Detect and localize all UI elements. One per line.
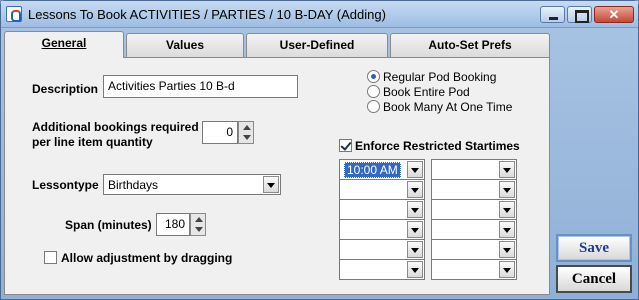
chevron-down-icon[interactable]	[499, 161, 515, 178]
tab-values[interactable]: Values	[126, 33, 244, 57]
additional-bookings-input[interactable]: 0	[202, 121, 238, 144]
tab-strip: General Values User-Defined Auto-Set Pre…	[4, 31, 552, 58]
span-input[interactable]: 180	[156, 213, 190, 236]
chevron-down-icon[interactable]	[499, 261, 515, 278]
chevron-down-icon[interactable]	[407, 181, 423, 198]
chevron-down-icon[interactable]	[263, 176, 279, 193]
chevron-down-icon[interactable]	[407, 261, 423, 278]
description-label: Description	[32, 82, 99, 96]
startime-select-right-4[interactable]	[431, 219, 517, 240]
minimize-icon	[541, 7, 564, 22]
startime-value: 10:00 AM	[344, 162, 401, 178]
dialog-window: Lessons To Book ACTIVITIES / PARTIES / 1…	[0, 0, 639, 300]
allow-drag-checkbox[interactable]	[44, 251, 57, 264]
chevron-down-icon[interactable]	[407, 221, 423, 238]
enforce-startimes-label: Enforce Restricted Startimes	[355, 139, 520, 153]
chevron-down-icon[interactable]	[499, 221, 515, 238]
lessontype-select[interactable]: Birthdays	[103, 174, 281, 195]
additional-bookings-label-line1: Additional bookings required	[32, 120, 199, 134]
startime-select-left-2[interactable]	[339, 179, 425, 200]
startime-select-right-1[interactable]	[431, 159, 517, 180]
startime-select-left-3[interactable]	[339, 199, 425, 220]
startime-select-left-5[interactable]	[339, 239, 425, 260]
additional-bookings-label-line2: per line item quantity	[32, 135, 153, 149]
maximize-icon	[568, 7, 591, 23]
additional-bookings-spinner[interactable]	[238, 121, 254, 144]
radio-label: Regular Pod Booking	[383, 70, 497, 84]
startime-select-right-3[interactable]	[431, 199, 517, 220]
tab-label: Auto-Set Prefs	[428, 38, 512, 52]
allow-drag-label: Allow adjustment by dragging	[61, 251, 233, 265]
startime-select-right-5[interactable]	[431, 239, 517, 260]
startime-select-right-2[interactable]	[431, 179, 517, 200]
radio-regular-pod-booking[interactable]	[367, 70, 380, 83]
chevron-down-icon[interactable]	[407, 201, 423, 218]
tab-general[interactable]: General	[4, 31, 124, 58]
span-spinner[interactable]	[190, 213, 206, 236]
enforce-startimes-checkbox[interactable]	[339, 139, 352, 152]
tab-user-defined[interactable]: User-Defined	[246, 33, 388, 57]
tab-label: Values	[165, 38, 205, 52]
chevron-down-icon[interactable]	[499, 241, 515, 258]
close-button[interactable]: ✕	[594, 6, 634, 23]
tab-label: General	[41, 36, 87, 50]
startime-select-left-1[interactable]: 10:00 AM	[339, 159, 425, 180]
general-panel: Description Activities Parties 10 B-d Ad…	[4, 57, 550, 295]
radio-book-entire-pod[interactable]	[367, 85, 380, 98]
cancel-button[interactable]: Cancel	[556, 265, 632, 293]
close-icon: ✕	[608, 7, 620, 22]
window-title: Lessons To Book ACTIVITIES / PARTIES / 1…	[28, 7, 386, 22]
chevron-down-icon[interactable]	[499, 181, 515, 198]
chevron-down-icon[interactable]	[499, 201, 515, 218]
lessontype-value: Birthdays	[108, 178, 159, 192]
tab-label: User-Defined	[279, 38, 355, 52]
maximize-button[interactable]	[567, 6, 592, 23]
startime-select-left-6[interactable]	[339, 259, 425, 280]
save-button[interactable]: Save	[556, 234, 632, 262]
description-input[interactable]: Activities Parties 10 B-d	[103, 75, 298, 98]
title-bar[interactable]: Lessons To Book ACTIVITIES / PARTIES / 1…	[1, 1, 638, 28]
radio-label: Book Many At One Time	[383, 100, 513, 114]
tab-auto-set-prefs[interactable]: Auto-Set Prefs	[390, 33, 550, 57]
startime-select-left-4[interactable]	[339, 219, 425, 240]
app-icon	[6, 6, 22, 22]
chevron-down-icon[interactable]	[407, 241, 423, 258]
lessontype-label: Lessontype	[32, 178, 99, 192]
radio-label: Book Entire Pod	[383, 85, 470, 99]
startime-select-right-6[interactable]	[431, 259, 517, 280]
span-label: Span (minutes)	[65, 218, 152, 232]
minimize-button[interactable]	[540, 6, 565, 23]
radio-book-many-at-one-time[interactable]	[367, 100, 380, 113]
chevron-down-icon[interactable]	[407, 161, 423, 178]
